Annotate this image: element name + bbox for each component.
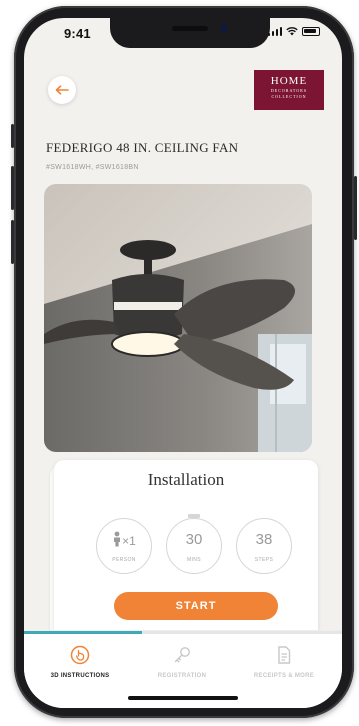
stat-steps: 38 STEPS [236,518,292,574]
brand-logo-line3: COLLECTION [271,94,307,99]
product-sku: #SW1618WH, #SW1618BN [46,164,139,171]
notch [110,18,270,48]
stat-person-label: PERSON [112,557,136,563]
stat-person: ×1 PERSON [96,518,152,574]
tab-receipts-label: RECEIPTS & MORE [253,673,315,679]
brand-logo-line1: HOME [270,75,308,87]
person-icon [114,531,121,547]
key-icon [174,647,190,663]
stat-person-count: ×1 [122,534,136,548]
signal-icon [267,27,282,36]
battery-icon [302,27,320,36]
speaker [172,26,208,31]
volume-down-button [11,220,14,264]
tab-3d-instructions-label: 3D INSTRUCTIONS [50,673,110,679]
tab-receipts[interactable]: RECEIPTS & MORE [234,645,334,679]
status-icons [267,27,320,36]
product-image [44,184,312,452]
brand-logo-line2: DECORATORS [270,88,308,93]
stat-mins: 30 MINS [166,514,222,574]
tab-3d-instructions[interactable]: 3D INSTRUCTIONS [30,645,130,679]
home-indicator [128,696,238,700]
hand-pointer-icon [70,645,90,665]
progress-fill [24,631,142,634]
power-button [354,176,357,240]
back-button[interactable] [48,76,76,104]
product-title: FEDERIGO 48 IN. CEILING FAN [46,140,239,155]
installation-title: Installation [147,470,225,489]
camera [220,24,228,32]
wifi-icon [286,27,298,36]
document-icon [278,646,291,664]
stat-steps-label: STEPS [254,557,274,563]
mute-switch [11,124,14,148]
stat-person-value: ×1 [97,531,151,549]
progress-bar [24,631,342,634]
app-screen: 9:41 HOME DECORATORS COLLECTION FEDERIGO… [24,18,342,708]
stat-steps-value: 38 [255,531,273,548]
start-button[interactable]: START [114,592,278,620]
status-time: 9:41 [64,26,91,41]
brand-logo: HOME DECORATORS COLLECTION [254,70,324,110]
arrow-left-icon [55,85,69,95]
stat-mins-label: MINS [186,557,202,563]
volume-up-button [11,166,14,210]
tab-registration[interactable]: REGISTRATION [132,645,232,679]
stat-mins-value: 30 [185,531,203,548]
timer-knob [188,514,200,518]
tab-registration-label: REGISTRATION [157,673,207,679]
